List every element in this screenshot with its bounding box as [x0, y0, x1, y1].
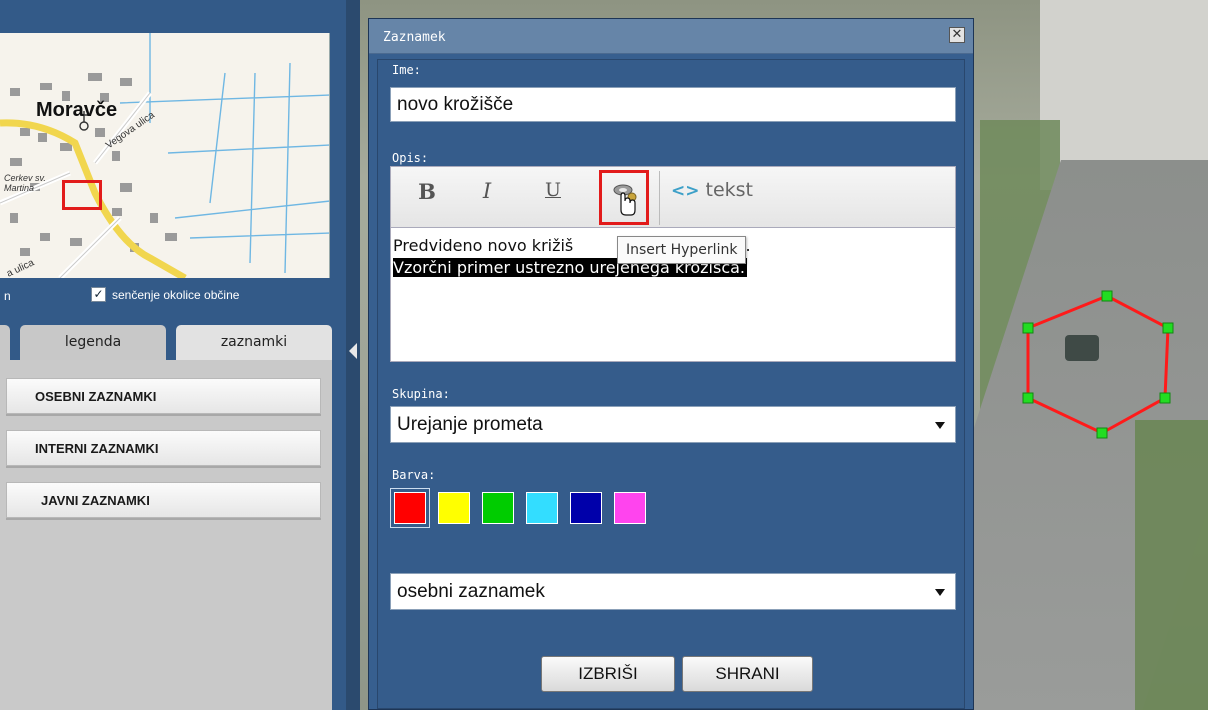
color-swatch-red[interactable] — [390, 488, 430, 528]
name-input-value: novo krožišče — [397, 94, 514, 115]
name-label: Ime: — [392, 63, 421, 77]
town-label: Moravče — [36, 99, 118, 121]
viewport-rectangle[interactable] — [62, 180, 102, 210]
color-swatches — [390, 488, 650, 528]
color-label: Barva: — [392, 468, 436, 482]
color-swatch-green[interactable] — [482, 492, 514, 524]
color-swatch-blue[interactable] — [570, 492, 602, 524]
close-icon[interactable]: ✕ — [949, 27, 965, 43]
group-select[interactable]: Urejanje prometa — [390, 406, 956, 443]
chevron-down-icon — [935, 589, 945, 596]
internal-bookmarks-button[interactable]: INTERNI ZAZNAMKI — [6, 430, 321, 466]
description-label: Opis: — [392, 151, 429, 165]
underline-button[interactable]: U — [531, 179, 575, 217]
save-button[interactable]: SHRANI — [682, 656, 813, 692]
tab-hidden[interactable] — [0, 325, 10, 365]
bookmarks-panel: OSEBNI ZAZNAMKI INTERNI ZAZNAMKI JAVNI Z… — [0, 360, 332, 710]
dialog-titlebar[interactable]: Zaznamek ✕ — [369, 19, 973, 54]
group-select-value: Urejanje prometa — [397, 414, 543, 435]
description-line-1-start: Predvideno novo križiš — [393, 236, 574, 255]
tab-legenda[interactable]: legenda — [20, 325, 166, 365]
description-editor[interactable]: Predvideno novo križišja. Vzorčni primer… — [390, 228, 956, 362]
html-source-button[interactable]: <> tekst — [671, 179, 801, 217]
html-source-label: tekst — [705, 179, 754, 201]
bookmark-dialog: Zaznamek ✕ Ime: novo krožišče Opis: B I … — [368, 18, 974, 710]
name-input[interactable]: novo krožišče — [390, 87, 956, 122]
chevron-down-icon — [935, 422, 945, 429]
collapse-panel-arrow-icon[interactable] — [349, 343, 357, 359]
shading-checkbox[interactable]: ✓ — [91, 287, 106, 302]
dialog-title: Zaznamek — [383, 30, 446, 45]
visibility-select-value: osebni zaznamek — [397, 581, 545, 602]
delete-button[interactable]: IZBRIŠI — [541, 656, 675, 692]
code-icon: <> — [671, 181, 700, 201]
visibility-select[interactable]: osebni zaznamek — [390, 573, 956, 610]
editor-toolbar: B I U <> tekst — [390, 166, 956, 228]
color-swatch-yellow[interactable] — [438, 492, 470, 524]
color-swatch-red-fill — [394, 492, 426, 524]
polygon-vertex-handles — [1022, 290, 1174, 439]
shading-option-row: n ✓ senčenje okolice občine — [0, 285, 346, 307]
church-label: Cerkev sv. Martina — [4, 173, 46, 193]
bold-button[interactable]: B — [405, 179, 449, 217]
insert-hyperlink-tooltip: Insert Hyperlink — [617, 236, 747, 264]
color-swatch-magenta[interactable] — [614, 492, 646, 524]
left-panel: Moravče Vegova ulica Cerkev sv. Martina … — [0, 0, 346, 710]
dialog-body: Ime: novo krožišče Opis: B I U <>tekst — [377, 59, 965, 709]
personal-bookmarks-button[interactable]: OSEBNI ZAZNAMKI — [6, 378, 321, 414]
group-label: Skupina: — [392, 387, 450, 401]
public-bookmarks-button[interactable]: JAVNI ZAZNAMKI — [6, 482, 321, 518]
shading-label: senčenje okolice občine — [112, 288, 240, 302]
toolbar-divider — [659, 171, 660, 225]
panel-tabs: legenda zaznamki — [0, 325, 332, 365]
overview-map[interactable]: Moravče Vegova ulica Cerkev sv. Martina … — [0, 33, 330, 278]
tab-zaznamki[interactable]: zaznamki — [176, 325, 332, 365]
overview-map-canvas — [0, 33, 329, 278]
color-swatch-cyan[interactable] — [526, 492, 558, 524]
italic-button[interactable]: I — [465, 179, 509, 217]
link-icon — [613, 184, 637, 216]
insert-hyperlink-button[interactable] — [599, 170, 649, 225]
cut-off-label: n — [4, 289, 11, 303]
